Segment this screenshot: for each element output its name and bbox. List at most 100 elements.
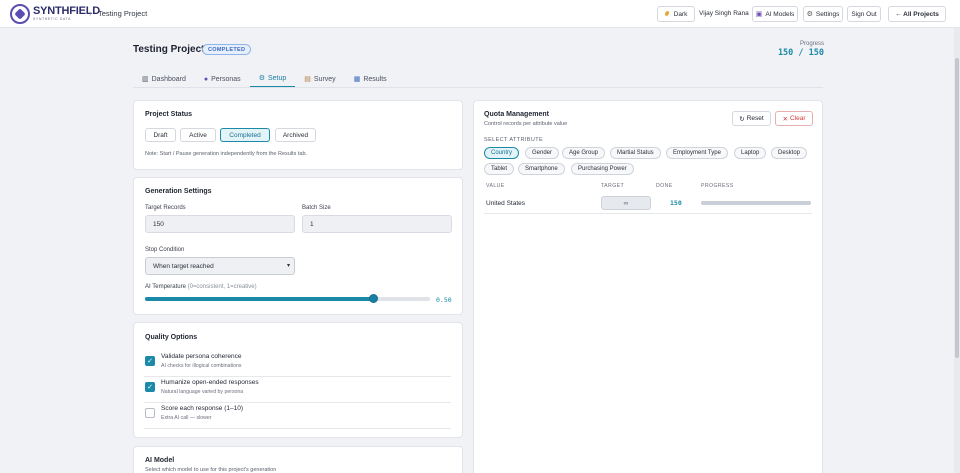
attribute-chip-country[interactable]: Country xyxy=(484,147,520,159)
attribute-chip-gender[interactable]: Gender xyxy=(525,147,560,159)
tab-survey[interactable]: ▤ Survey xyxy=(295,70,344,88)
tab-setup[interactable]: ⚙ Setup xyxy=(249,70,296,88)
quota-reset-button[interactable]: ↻ Reset xyxy=(732,111,771,126)
progress-value: 150 / 150 xyxy=(777,48,824,58)
tab-label: Results xyxy=(363,75,387,83)
tab-label: Dashboard xyxy=(151,75,186,83)
all-projects-label: ← All Projects xyxy=(895,10,939,18)
quality-option-humanize[interactable]: ✓ Humanize open-ended responses Natural … xyxy=(144,377,451,403)
target-records-label: Target Records xyxy=(145,205,186,211)
quota-row-divider xyxy=(484,213,812,214)
temperature-hint: (0=consistent, 1=creative) xyxy=(187,284,257,290)
temperature-label-text: AI Temperature xyxy=(145,284,186,290)
batch-size-input[interactable]: 1 xyxy=(302,215,452,233)
quota-title: Quota Management xyxy=(484,111,549,118)
progress-label: Progress xyxy=(799,41,824,47)
chart-icon: ▥ xyxy=(142,76,149,83)
quality-option-validate[interactable]: ✓ Validate persona coherence AI checks f… xyxy=(144,351,451,377)
temperature-slider-fill xyxy=(145,297,373,301)
quota-clear-button[interactable]: ✕ Clear xyxy=(775,111,813,126)
sign-out-label: Sign Out xyxy=(851,10,877,18)
gear-icon: ⚙ xyxy=(806,11,813,18)
quota-row-progress-bar xyxy=(701,201,811,205)
tab-dashboard[interactable]: ▥ Dashboard xyxy=(133,70,195,88)
column-header-value: VALUE xyxy=(486,183,505,189)
reset-label: Reset xyxy=(746,115,764,122)
bar-chart-icon: ▦ xyxy=(353,76,361,83)
status-archived-button[interactable]: Archived xyxy=(275,128,316,142)
tab-label: Setup xyxy=(267,74,287,82)
gear-icon: ⚙ xyxy=(258,75,265,82)
temperature-slider[interactable] xyxy=(145,294,430,303)
user-name: Vijay Singh Rana xyxy=(699,10,749,17)
attribute-chip-tablet[interactable]: Tablet xyxy=(484,163,515,175)
quota-row-target-input[interactable]: ∞ xyxy=(601,196,651,210)
status-active-button[interactable]: Active xyxy=(180,128,216,142)
attribute-chip-employment-type[interactable]: Employment Type xyxy=(666,147,728,159)
close-icon: ✕ xyxy=(782,115,788,123)
breadcrumb-separator-icon: › xyxy=(89,8,92,18)
tab-label: Personas xyxy=(211,75,241,83)
attribute-chip-marital-status[interactable]: Martial Status xyxy=(610,147,661,159)
check-icon: ✓ xyxy=(147,358,153,365)
status-note: Note: Start / Pause generation independe… xyxy=(145,151,308,157)
attribute-chip-desktop[interactable]: Desktop xyxy=(771,147,808,159)
ai-model-subtitle: Select which model to use for this proje… xyxy=(145,467,277,473)
moon-icon xyxy=(664,11,671,17)
scrollbar-thumb[interactable] xyxy=(955,58,959,358)
all-projects-button[interactable]: ← All Projects xyxy=(888,6,946,22)
ai-model-title: AI Model xyxy=(145,457,175,464)
tab-personas[interactable]: ● Personas xyxy=(195,70,250,88)
attribute-chip-purchasing-power[interactable]: Purchasing Power xyxy=(571,163,634,175)
target-records-input[interactable]: 150 xyxy=(145,215,295,233)
quality-option-score[interactable]: Score each response (1–10) Extra AI call… xyxy=(144,403,451,429)
option-title: Humanize open-ended responses xyxy=(161,379,259,386)
tab-bar: ▥ Dashboard ● Personas ⚙ Setup ▤ Survey … xyxy=(133,70,396,88)
sign-out-button[interactable]: Sign Out xyxy=(847,6,881,22)
refresh-icon: ↻ xyxy=(739,115,745,123)
project-status-title: Project Status xyxy=(145,111,193,118)
status-completed-button[interactable]: Completed xyxy=(220,128,270,142)
quality-options-title: Quality Options xyxy=(145,334,198,341)
tab-results[interactable]: ▦ Results xyxy=(345,70,396,88)
validate-checkbox[interactable]: ✓ xyxy=(145,356,155,366)
humanize-checkbox[interactable]: ✓ xyxy=(145,382,155,392)
breadcrumb[interactable]: Testing Project xyxy=(98,9,147,18)
temperature-label: AI Temperature (0=consistent, 1=creative… xyxy=(145,284,257,290)
settings-label: Settings xyxy=(815,10,840,18)
generation-settings-card xyxy=(133,177,463,315)
theme-toggle-label: Dark xyxy=(673,10,688,18)
option-title: Validate persona coherence xyxy=(161,353,242,360)
temperature-slider-thumb[interactable] xyxy=(368,294,378,303)
top-bar: SYNTHFIELD SYNTHETIC DATA › Testing Proj… xyxy=(0,0,960,28)
app-logo[interactable]: SYNTHFIELD SYNTHETIC DATA xyxy=(10,4,100,24)
stop-condition-select[interactable]: When target reached ▾ xyxy=(145,257,295,275)
generation-settings-title: Generation Settings xyxy=(145,188,212,195)
quota-row-progress-fill xyxy=(701,201,811,205)
attribute-chip-smartphone[interactable]: Smartphone xyxy=(518,163,565,175)
robot-icon: ▣ xyxy=(755,11,763,18)
stop-condition-label: Stop Condition xyxy=(145,247,185,253)
logo-subtitle: SYNTHETIC DATA xyxy=(33,17,72,22)
column-header-progress: PROGRESS xyxy=(701,183,734,189)
score-checkbox[interactable] xyxy=(145,408,155,418)
column-header-done: DONE xyxy=(656,183,673,189)
attribute-chip-laptop[interactable]: Laptop xyxy=(734,147,767,159)
person-icon: ● xyxy=(203,75,209,83)
option-subtitle: Natural language varied by persona xyxy=(161,389,244,395)
column-header-target: TARGET xyxy=(601,183,625,189)
page-title: Testing Project xyxy=(133,44,205,55)
status-draft-button[interactable]: Draft xyxy=(145,128,176,142)
settings-button[interactable]: ⚙ Settings xyxy=(803,6,843,22)
attribute-chip-age-group[interactable]: Age Group xyxy=(562,147,606,159)
theme-toggle-button[interactable]: Dark xyxy=(657,6,695,22)
check-icon: ✓ xyxy=(147,384,153,391)
option-title: Score each response (1–10) xyxy=(161,405,244,412)
page-scrollbar[interactable] xyxy=(954,28,960,473)
tabs-divider xyxy=(133,87,823,88)
quota-row-value: United States xyxy=(486,200,526,207)
clipboard-icon: ▤ xyxy=(304,76,311,83)
ai-models-button[interactable]: ▣ AI Models xyxy=(752,6,798,22)
logo-icon xyxy=(10,4,30,24)
batch-size-label: Batch Size xyxy=(302,205,331,211)
